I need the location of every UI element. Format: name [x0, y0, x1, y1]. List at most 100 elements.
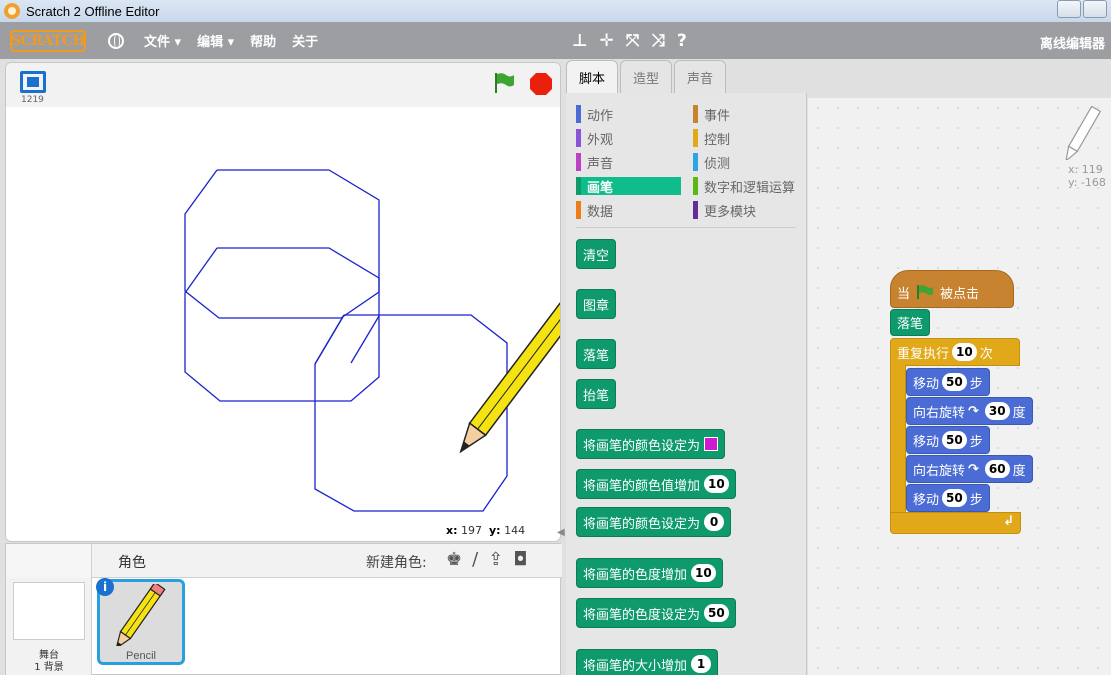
category-operators[interactable]: 数字和逻辑运算	[693, 177, 795, 196]
current-sprite-pencil-icon	[1065, 106, 1102, 160]
duplicate-tool-icon[interactable]: ⊥	[572, 31, 588, 51]
green-flag-icon	[917, 285, 934, 299]
camera-icon[interactable]: ◘	[513, 549, 527, 570]
pen-octagon-link	[350, 315, 380, 364]
block-change-pen-shade[interactable]: 将画笔的色度增加 10	[576, 558, 723, 588]
block-palette: 动作 外观 声音 画笔 数据 事件 控制 侦测 数字和逻辑运算 更多模块 清空 …	[566, 93, 807, 675]
menu-about[interactable]: 关于	[292, 31, 318, 50]
category-sound[interactable]: 声音	[576, 153, 613, 172]
menu-bar: SCRATCH 文件 ▾ 编辑 ▾ 帮助 关于 ⊥ ✛ ⤧ ⤨ ? 离线编辑器	[0, 22, 1111, 59]
number-input[interactable]: 50	[704, 604, 729, 622]
repeat-block[interactable]: 重复执行 10 次	[890, 338, 1020, 366]
pen-octagon-1	[184, 169, 380, 319]
steps-input[interactable]: 50	[942, 373, 967, 391]
sprite-tile-pencil[interactable]: i Pencil	[96, 578, 185, 665]
mouse-coordinates: x: 197 y: 144	[446, 524, 525, 537]
category-separator	[576, 227, 796, 228]
x-label: x:	[446, 524, 458, 537]
new-sprite-label: 新建角色:	[366, 555, 427, 571]
stage-thumbnail[interactable]	[13, 582, 85, 640]
block-stamp[interactable]: 图章	[576, 289, 617, 319]
pen-diagonal	[314, 314, 345, 365]
choose-sprite-from-library-icon[interactable]: ♚	[446, 549, 462, 570]
when-flag-clicked-block[interactable]: 当 被点击	[890, 270, 1014, 308]
stage-label: 舞台	[39, 650, 59, 661]
x-value: 197	[461, 524, 482, 537]
editor-tabs: 脚本 造型 声音	[566, 60, 728, 94]
category-sensing[interactable]: 侦测	[693, 153, 730, 172]
menu-edit[interactable]: 编辑 ▾	[197, 31, 234, 50]
degrees-input[interactable]: 30	[984, 402, 1010, 420]
scratch-logo[interactable]: SCRATCH	[10, 29, 86, 52]
menu-help[interactable]: 帮助	[250, 31, 276, 50]
fullscreen-icon[interactable]	[20, 71, 46, 93]
stage-column-header	[6, 544, 92, 578]
repeat-count-input[interactable]: 10	[952, 343, 977, 361]
cursor-tools: ⊥ ✛ ⤧ ⤨ ?	[572, 31, 687, 51]
turn-right-block[interactable]: 向右旋转 ↷ 30 度	[906, 397, 1033, 425]
turn-right-icon: ↷	[968, 403, 979, 419]
category-control[interactable]: 控制	[693, 129, 730, 148]
number-input[interactable]: 1	[691, 655, 712, 673]
loop-arrow-icon: ↲	[1003, 514, 1014, 529]
steps-input[interactable]: 50	[942, 489, 967, 507]
green-flag-icon[interactable]	[492, 71, 516, 95]
steps-input[interactable]: 50	[942, 431, 967, 449]
number-input[interactable]: 0	[704, 513, 725, 531]
new-sprite-tools: ♚ / ⇪ ◘	[446, 549, 528, 570]
y-label: y:	[489, 524, 501, 537]
block-change-pen-size[interactable]: 将画笔的大小增加 1	[576, 649, 719, 675]
block-set-pen-shade[interactable]: 将画笔的色度设定为 50	[576, 598, 736, 628]
window-title: Scratch 2 Offline Editor	[26, 3, 160, 19]
version-number: 1219	[21, 95, 44, 105]
move-steps-block[interactable]: 移动 50 步	[906, 426, 990, 454]
category-looks[interactable]: 外观	[576, 129, 613, 148]
repeat-block-arm	[890, 365, 906, 513]
degrees-input[interactable]: 60	[984, 460, 1010, 478]
block-pen-up[interactable]: 抬笔	[576, 379, 617, 409]
paint-new-sprite-icon[interactable]: /	[472, 549, 478, 570]
offline-editor-label: 离线编辑器	[1039, 37, 1105, 52]
grow-tool-icon[interactable]: ⤧	[626, 31, 640, 51]
category-more-blocks[interactable]: 更多模块	[693, 201, 756, 220]
maximize-button[interactable]	[1083, 0, 1107, 18]
move-steps-block[interactable]: 移动 50 步	[906, 368, 990, 396]
block-help-icon[interactable]: ?	[677, 31, 687, 51]
category-data[interactable]: 数据	[576, 201, 613, 220]
title-bar: Scratch 2 Offline Editor	[0, 0, 1111, 22]
stop-sign-icon[interactable]	[529, 72, 553, 96]
number-input[interactable]: 10	[704, 475, 729, 493]
sprite-pane: 角色 新建角色: ♚ / ⇪ ◘ 舞台 1 背景 i Pencil	[5, 543, 562, 675]
tab-scripts[interactable]: 脚本	[566, 60, 619, 94]
y-value: 144	[504, 524, 526, 537]
move-steps-block[interactable]: 移动 50 步	[906, 484, 990, 512]
repeat-block-footer: ↲	[890, 512, 1021, 534]
sprite-position: x: 119 y: -168	[1068, 163, 1106, 189]
category-motion[interactable]: 动作	[576, 105, 613, 124]
block-clear[interactable]: 清空	[576, 239, 617, 269]
block-set-pen-color[interactable]: 将画笔的颜色设定为	[576, 429, 726, 459]
minimize-button[interactable]	[1057, 0, 1081, 18]
stage-panel: 1219	[5, 62, 561, 542]
pen-down-block[interactable]: 落笔	[890, 309, 931, 336]
category-events[interactable]: 事件	[693, 105, 730, 124]
category-pen[interactable]: 画笔	[576, 177, 681, 196]
menu-file[interactable]: 文件 ▾	[144, 31, 181, 50]
tab-costumes[interactable]: 造型	[620, 60, 673, 94]
block-change-pen-color[interactable]: 将画笔的颜色值增加 10	[576, 469, 736, 499]
block-set-pen-color-value[interactable]: 将画笔的颜色设定为 0	[576, 507, 732, 537]
upload-sprite-icon[interactable]: ⇪	[488, 549, 503, 570]
stage-canvas[interactable]	[6, 107, 561, 542]
shrink-tool-icon[interactable]: ⤨	[651, 31, 665, 51]
stage-selector[interactable]: 舞台 1 背景	[6, 578, 92, 675]
window-controls	[1057, 0, 1107, 18]
color-picker-swatch[interactable]	[704, 437, 719, 451]
number-input[interactable]: 10	[691, 564, 716, 582]
scratch-cat-icon	[4, 3, 20, 19]
tab-sounds[interactable]: 声音	[674, 60, 727, 94]
language-globe-icon[interactable]	[108, 32, 124, 49]
sprite-pane-header: 角色 新建角色: ♚ / ⇪ ◘	[6, 544, 562, 578]
block-pen-down[interactable]: 落笔	[576, 339, 617, 369]
turn-right-block[interactable]: 向右旋转 ↷ 60 度	[906, 455, 1033, 483]
delete-tool-icon[interactable]: ✛	[600, 31, 614, 51]
